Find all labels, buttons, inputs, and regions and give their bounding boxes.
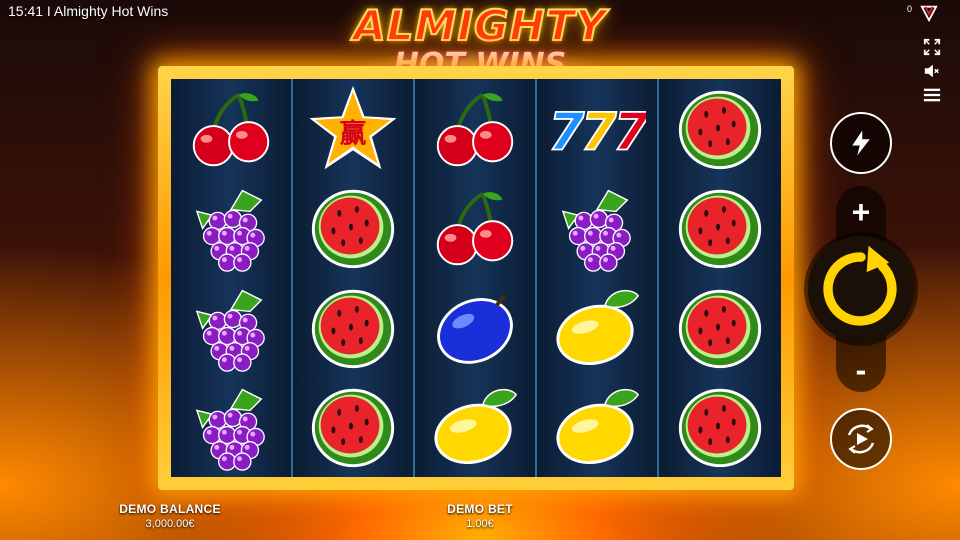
bet-value: 1.00€ xyxy=(466,518,494,530)
cherry-symbol xyxy=(415,79,535,179)
reel-3 xyxy=(415,79,537,477)
cherry-symbol xyxy=(415,179,535,279)
bet-label: DEMO BET xyxy=(447,502,513,516)
watermelon-symbol xyxy=(659,79,781,179)
turbo-button[interactable] xyxy=(830,112,892,174)
watermelon-symbol xyxy=(659,278,781,378)
lemon-symbol xyxy=(537,378,657,478)
fullscreen-icon[interactable] xyxy=(921,36,943,58)
status-counter: 0 xyxy=(906,4,912,14)
lightning-icon xyxy=(852,130,870,156)
svg-text:777: 777 xyxy=(548,102,646,162)
watermelon-symbol xyxy=(293,278,413,378)
star-symbol: 赢 xyxy=(293,79,413,179)
status-bar-title: 15:41 I Almighty Hot Wins xyxy=(8,3,169,19)
grapes-symbol xyxy=(171,179,291,279)
reel-5 xyxy=(659,79,781,477)
autoplay-button[interactable] xyxy=(830,408,892,470)
lemon-symbol xyxy=(415,378,535,478)
autoplay-icon xyxy=(847,424,875,454)
logo-title-line1: ALMIGHTY xyxy=(352,1,607,50)
cherry-symbol xyxy=(171,79,291,179)
watermelon-symbol xyxy=(659,378,781,478)
plum-symbol xyxy=(415,278,535,378)
spin-arrow-icon xyxy=(823,245,897,326)
brand-logo-icon xyxy=(920,4,938,23)
reel-1 xyxy=(171,79,293,477)
svg-text:赢: 赢 xyxy=(340,118,367,149)
watermelon-symbol xyxy=(293,378,413,478)
balance-value: 3,000.00€ xyxy=(145,518,195,530)
grapes-symbol xyxy=(537,179,657,279)
balance-label: DEMO BALANCE xyxy=(119,502,221,516)
reel-4: 777 xyxy=(537,79,659,477)
spin-button[interactable] xyxy=(808,236,914,342)
hamburger-menu-icon[interactable] xyxy=(921,84,943,106)
bet-increase-button[interactable]: + xyxy=(836,190,886,234)
grapes-symbol xyxy=(171,278,291,378)
bet-display[interactable]: DEMO BET 1.00€ xyxy=(420,502,540,530)
sound-muted-icon[interactable] xyxy=(921,60,943,82)
reels-area: 赢 777 xyxy=(171,79,781,477)
reel-2: 赢 xyxy=(293,79,415,477)
bet-decrease-button[interactable]: - xyxy=(836,348,886,392)
grapes-symbol xyxy=(171,378,291,478)
watermelon-symbol xyxy=(659,179,781,279)
watermelon-symbol xyxy=(293,179,413,279)
balance-display: DEMO BALANCE 3,000.00€ xyxy=(100,502,240,530)
reels-frame: 赢 777 xyxy=(158,66,794,490)
seven-symbol: 777 xyxy=(537,79,657,179)
lemon-symbol xyxy=(537,278,657,378)
